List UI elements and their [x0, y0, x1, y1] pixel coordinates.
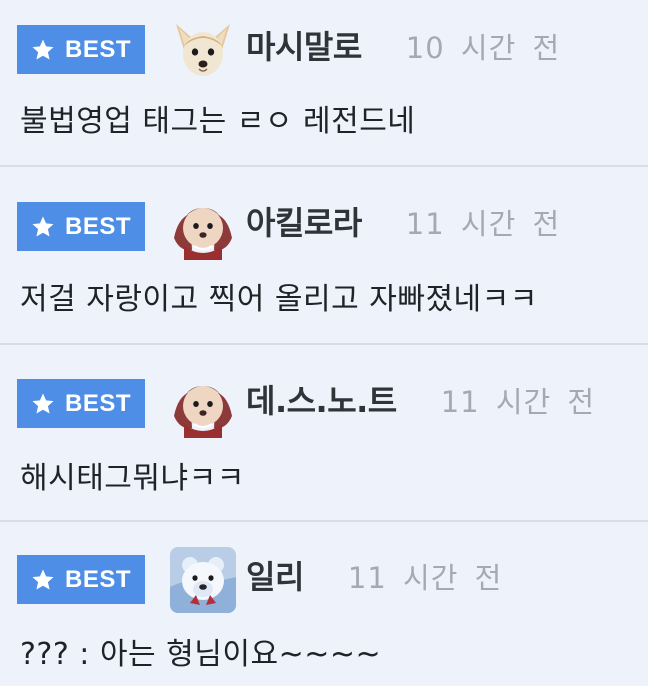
username[interactable]: 아킬로라	[246, 198, 362, 244]
comment-meta: 데.스.노.트 11 시간 전	[246, 376, 595, 422]
star-icon	[32, 216, 54, 236]
comment-text: ??? : 아는 형님이요~~~~	[20, 637, 382, 672]
comment-text: 저걸 자랑이고 찍어 올리고 자빠졌네ㅋㅋ	[20, 282, 538, 317]
best-badge: BEST	[17, 555, 145, 604]
comment-meta: 일리 11 시간 전	[246, 552, 502, 598]
username[interactable]: 데.스.노.트	[246, 376, 397, 422]
timestamp: 10 시간 전	[405, 31, 561, 65]
comment-meta: 마시말로 10 시간 전	[246, 22, 560, 68]
puppy-avatar[interactable]	[170, 194, 236, 260]
best-label: BEST	[65, 35, 132, 63]
best-label: BEST	[65, 212, 132, 240]
puppy-avatar[interactable]	[170, 372, 236, 438]
comment-text: 해시태그뭐냐ㅋㅋ	[20, 461, 245, 496]
username[interactable]: 마시말로	[246, 22, 362, 68]
comment-text: 불법영업 태그는 ㄹㅇ 레전드네	[20, 104, 416, 139]
comment-item: BEST 데.스.노.트 11 시간 전 해시태그뭐냐ㅋㅋ	[0, 345, 648, 522]
star-icon	[32, 393, 54, 413]
best-badge: BEST	[17, 25, 145, 74]
best-badge: BEST	[17, 202, 145, 251]
best-badge: BEST	[17, 379, 145, 428]
username[interactable]: 일리	[246, 552, 304, 598]
comment-item: BEST 일리 11 시간 전 ??? : 아는 형님이요~~~~	[0, 522, 648, 686]
star-icon	[32, 39, 54, 59]
star-icon	[32, 569, 54, 589]
polar-bear-avatar[interactable]	[170, 547, 236, 613]
best-label: BEST	[65, 565, 132, 593]
timestamp: 11 시간 전	[405, 207, 561, 241]
comment-item: BEST 마시말로 10 시간 전 불법영업 태그는 ㄹㅇ 레전드네	[0, 0, 648, 167]
comment-meta: 아킬로라 11 시간 전	[246, 198, 560, 244]
comment-list: BEST 마시말로 10 시간 전 불법영업 태그는 ㄹㅇ 레전드네 BEST …	[0, 0, 648, 686]
comment-item: BEST 아킬로라 11 시간 전 저걸 자랑이고 찍어 올리고 자빠졌네ㅋㅋ	[0, 167, 648, 345]
timestamp: 11 시간 전	[347, 561, 503, 595]
chihuahua-avatar[interactable]	[170, 16, 236, 82]
best-label: BEST	[65, 389, 132, 417]
timestamp: 11 시간 전	[440, 385, 596, 419]
